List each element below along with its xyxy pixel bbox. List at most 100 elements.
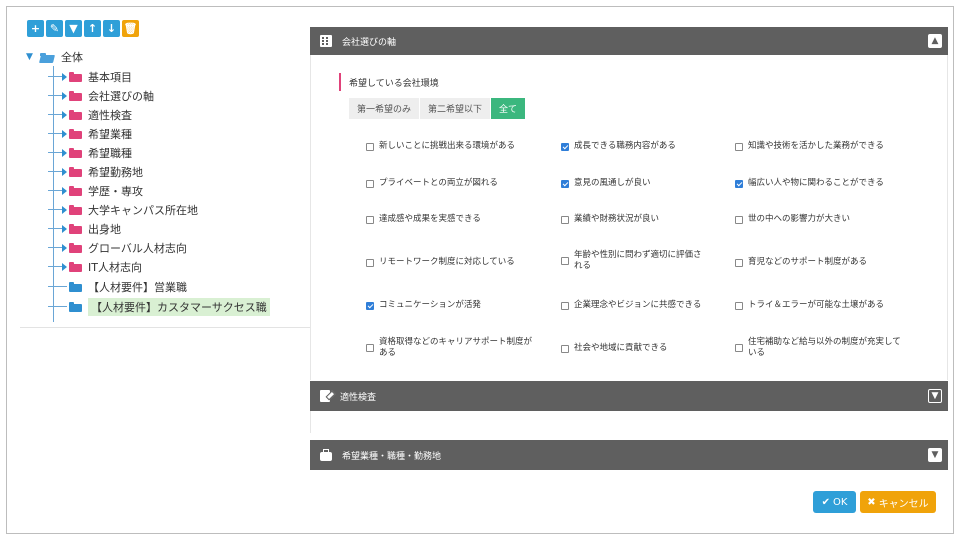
checkbox[interactable] [561,179,569,188]
checkbox-option[interactable]: 幅広い人や物に関わることができる [735,178,884,189]
move-down-icon[interactable]: ↓ [103,20,120,37]
tree-node-label: IT人材志向 [88,260,142,274]
trash-icon[interactable]: 🗑 [122,20,139,37]
checkbox-option[interactable]: 達成感や成果を実感できる [366,214,481,225]
panel-header-preference[interactable]: 希望業種・職種・勤務地 ▼ [310,440,948,470]
tab-first-choice[interactable]: 第一希望のみ [349,98,421,119]
tree-node[interactable]: 会社選びの軸 [48,86,154,105]
caret-right-icon[interactable] [62,224,67,233]
panel-header-aptitude[interactable]: 適性検査 ▼ [310,381,948,411]
checkbox-option[interactable]: トライ＆エラーが可能な土壌がある [735,300,884,311]
tree-node[interactable]: 希望職種 [48,143,132,162]
caret-right-icon[interactable] [62,148,67,157]
tab-all[interactable]: 全て [491,98,527,119]
checkbox[interactable] [735,301,743,310]
caret-right-icon[interactable] [62,243,67,252]
checkbox[interactable] [561,257,569,265]
checkbox-label: 新しいことに挑戦出来る環境がある [379,141,516,151]
checkbox-label: プライベートとの両立が図れる [379,178,498,188]
checkbox[interactable] [366,301,374,310]
checkbox-option[interactable]: 企業理念やビジョンに共感できる [561,300,701,311]
checkbox-option[interactable]: 意見の風通しが良い [561,178,651,189]
panel-title: 適性検査 [340,392,377,403]
check-icon: ✔ [821,496,830,508]
folder-icon [69,204,82,215]
panel-header-company-axis[interactable]: 会社選びの軸 ▲ [310,27,948,55]
cancel-button[interactable]: ✖ キャンセル [860,491,936,513]
tree-node[interactable]: 希望業種 [48,124,132,143]
caret-right-icon[interactable] [62,262,67,271]
checkbox[interactable] [561,344,569,353]
folder-icon [69,281,82,292]
checkbox-option[interactable]: 新しいことに挑戦出来る環境がある [366,141,515,152]
tab-second-choice[interactable]: 第二希望以下 [420,98,492,119]
checkbox[interactable] [735,142,743,151]
checkbox-option[interactable]: 世の中への影響力が大きい [735,214,850,225]
checkbox[interactable] [366,258,374,267]
tree-node[interactable]: 基本項目 [48,67,132,86]
folder-icon [69,90,82,101]
checkbox[interactable] [366,344,374,352]
move-up-icon[interactable]: ↑ [84,20,101,37]
checkbox-option[interactable]: コミュニケーションが活発 [366,300,481,311]
tree-node[interactable]: 学歴・専攻 [48,181,143,200]
preference-tabs: 第一希望のみ 第二希望以下 全て [349,98,527,119]
checkbox[interactable] [735,179,743,188]
caret-right-icon[interactable] [62,167,67,176]
tree-node[interactable]: 適性検査 [48,105,132,124]
checkbox-option[interactable]: 成長できる職務内容がある [561,141,676,152]
ok-button[interactable]: ✔ OK [813,491,856,513]
checkbox-option[interactable]: 住宅補助など給与以外の制度が充実している [735,337,908,359]
tree-node[interactable]: グローバル人材志向 [48,238,187,257]
checkbox-option[interactable]: 知識や技術を活かした業務ができる [735,141,884,152]
section-subheading: 希望している会社環境 [339,73,439,91]
folder-open-icon [40,52,55,63]
tree-node-label: 出身地 [88,222,121,236]
checkbox-option[interactable]: 資格取得などのキャリアサポート制度がある [366,337,534,359]
building-icon [320,35,332,47]
tree-node[interactable]: IT人材志向 [48,257,142,276]
folder-icon [69,71,82,82]
tree-node[interactable]: 希望勤務地 [48,162,143,181]
folder-icon [69,185,82,196]
checkbox[interactable] [561,142,569,151]
tree-node-label: 【人材要件】カスタマーサクセス職 [88,297,270,316]
checkbox-label: 幅広い人や物に関わることができる [748,178,884,188]
edit-icon[interactable]: ✎ [46,20,63,37]
checkbox[interactable] [366,215,374,224]
caret-right-icon[interactable] [62,72,67,81]
tree-node-selected[interactable]: 【人材要件】カスタマーサクセス職 [48,297,270,316]
filter-icon[interactable]: ▼ [65,20,82,37]
folder-icon [69,109,82,120]
caret-right-icon[interactable] [62,205,67,214]
checkbox-option[interactable]: プライベートとの両立が図れる [366,178,498,189]
caret-right-icon[interactable] [62,91,67,100]
checkbox-option[interactable]: 育児などのサポート制度がある [735,257,867,268]
add-icon[interactable]: + [27,20,44,37]
expand-icon[interactable]: ▼ [928,448,942,462]
tree-node-label: 学歴・専攻 [88,184,143,198]
checkbox[interactable] [735,258,743,267]
tree-node[interactable]: 大学キャンパス所在地 [48,200,198,219]
checkbox[interactable] [735,344,743,352]
checkbox[interactable] [561,215,569,224]
checkbox[interactable] [366,179,374,188]
checkbox-option[interactable]: 年齢や性別に問わず適切に評価される [561,250,704,272]
expand-icon[interactable]: ▼ [928,389,942,403]
tree-node[interactable]: 出身地 [48,219,121,238]
tree-node-label: 大学キャンパス所在地 [88,203,198,217]
checkbox[interactable] [561,301,569,310]
checkbox[interactable] [366,142,374,151]
checkbox-option[interactable]: 業績や財務状況が良い [561,214,659,225]
caret-right-icon[interactable] [62,186,67,195]
caret-right-icon[interactable] [62,129,67,138]
caret-down-icon[interactable]: ▼ [26,52,40,62]
checkbox-option[interactable]: リモートワーク制度に対応している [366,257,515,268]
tree-node[interactable]: 【人材要件】営業職 [48,277,187,296]
checkbox[interactable] [735,215,743,224]
collapse-icon[interactable]: ▲ [928,34,942,48]
folder-icon [69,166,82,177]
caret-right-icon[interactable] [62,110,67,119]
tree-root[interactable]: ▼ 全体 [26,48,83,66]
checkbox-option[interactable]: 社会や地域に貢献できる [561,343,667,354]
